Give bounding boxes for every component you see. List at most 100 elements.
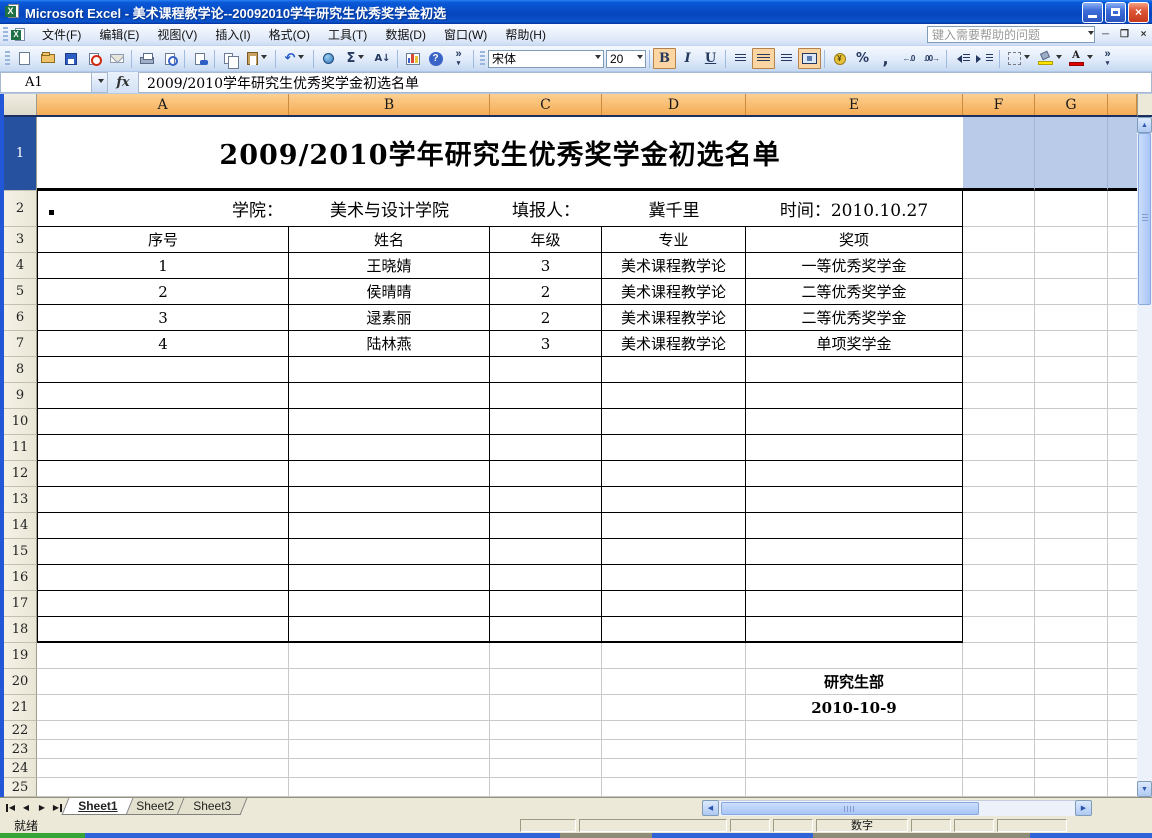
chevron-down-icon[interactable]	[637, 55, 643, 62]
font-name-select[interactable]: 宋体	[488, 50, 604, 68]
column-header-a[interactable]: A	[37, 94, 289, 115]
undo-button[interactable]: ↶	[279, 48, 310, 69]
cell[interactable]	[289, 778, 490, 797]
first-sheet-button[interactable]: ◀	[2, 800, 18, 816]
cell[interactable]	[602, 740, 746, 759]
column-header-partial[interactable]	[1108, 94, 1137, 115]
horizontal-scrollbar[interactable]: ◀ ▶	[702, 799, 1092, 816]
cell[interactable]	[37, 357, 289, 383]
cell[interactable]	[602, 617, 746, 643]
cell[interactable]	[1108, 778, 1137, 797]
column-header-c[interactable]: C	[490, 94, 602, 115]
cell[interactable]	[289, 539, 490, 565]
cell[interactable]: 序号	[37, 227, 289, 253]
cell[interactable]	[1108, 539, 1137, 565]
cell[interactable]	[1035, 669, 1108, 695]
cell[interactable]	[1108, 695, 1137, 721]
autosum-button[interactable]: Σ	[340, 48, 371, 69]
cell[interactable]	[37, 565, 289, 591]
cell[interactable]	[289, 740, 490, 759]
cell[interactable]	[963, 695, 1035, 721]
print-preview-button[interactable]	[158, 48, 181, 69]
cell[interactable]	[746, 539, 963, 565]
cell[interactable]	[963, 513, 1035, 539]
row-header[interactable]: 23	[4, 740, 37, 759]
cell[interactable]	[490, 565, 602, 591]
row-header[interactable]: 18	[4, 617, 37, 643]
row-header[interactable]: 8	[4, 357, 37, 383]
cell[interactable]	[602, 721, 746, 740]
cell[interactable]	[37, 721, 289, 740]
paste-button[interactable]	[241, 48, 272, 69]
cell[interactable]	[490, 513, 602, 539]
cell[interactable]: 单项奖学金	[746, 331, 963, 357]
cell[interactable]	[1035, 487, 1108, 513]
menu-window[interactable]: 窗口(W)	[435, 23, 496, 46]
chevron-down-icon[interactable]	[358, 55, 364, 62]
cell[interactable]	[1035, 778, 1108, 797]
row-header[interactable]: 14	[4, 513, 37, 539]
cell[interactable]	[1035, 513, 1108, 539]
cell[interactable]	[490, 435, 602, 461]
cell[interactable]	[602, 669, 746, 695]
cell[interactable]	[1108, 253, 1137, 279]
workbook-icon[interactable]: X	[11, 27, 27, 43]
cell[interactable]: 逯素丽	[289, 305, 490, 331]
cell[interactable]	[1035, 539, 1108, 565]
cell[interactable]: 侯晴晴	[289, 279, 490, 305]
cell[interactable]: 2	[490, 305, 602, 331]
cell[interactable]	[602, 383, 746, 409]
toolbar-grip[interactable]	[480, 51, 485, 67]
cell[interactable]	[289, 591, 490, 617]
cell[interactable]	[289, 759, 490, 778]
cell[interactable]	[289, 721, 490, 740]
cell[interactable]: 3	[490, 331, 602, 357]
scroll-left-button[interactable]: ◀	[702, 800, 719, 816]
cell[interactable]	[602, 759, 746, 778]
cell[interactable]: 1	[37, 253, 289, 279]
cell[interactable]	[963, 461, 1035, 487]
cell[interactable]: 3	[37, 305, 289, 331]
cell[interactable]: 美术课程教学论	[602, 305, 746, 331]
row-header[interactable]: 20	[4, 669, 37, 695]
cell[interactable]	[1035, 357, 1108, 383]
column-header-g[interactable]: G	[1035, 94, 1108, 115]
cell[interactable]	[1035, 435, 1108, 461]
cell[interactable]: 二等优秀奖学金	[746, 279, 963, 305]
align-center-button[interactable]	[752, 48, 775, 69]
cell[interactable]	[963, 721, 1035, 740]
cell[interactable]: 王晓婧	[289, 253, 490, 279]
cell[interactable]	[963, 357, 1035, 383]
cell[interactable]	[963, 759, 1035, 778]
chart-wizard-button[interactable]	[401, 48, 424, 69]
cell[interactable]	[289, 409, 490, 435]
sort-ascending-button[interactable]: A↓	[371, 48, 394, 69]
italic-button[interactable]: I	[676, 48, 699, 69]
cell[interactable]	[963, 331, 1035, 357]
row-header[interactable]: 9	[4, 383, 37, 409]
cell[interactable]	[746, 513, 963, 539]
cell[interactable]	[602, 643, 746, 669]
formula-input[interactable]: 2009/2010学年研究生优秀奖学金初选名单	[138, 72, 1152, 93]
workbook-restore-button[interactable]: ❐	[1116, 27, 1133, 42]
cell[interactable]	[490, 759, 602, 778]
cell[interactable]	[37, 409, 289, 435]
cell[interactable]: 年级	[490, 227, 602, 253]
cell[interactable]: 学院：	[37, 191, 289, 227]
cell[interactable]	[746, 778, 963, 797]
cell[interactable]	[1108, 357, 1137, 383]
horizontal-scroll-track[interactable]	[719, 800, 1075, 816]
selection-fill-handle[interactable]	[48, 209, 55, 216]
cell[interactable]	[1108, 279, 1137, 305]
fill-color-button[interactable]	[1034, 48, 1065, 69]
cell[interactable]: 填报人：	[490, 191, 602, 227]
cell[interactable]	[746, 383, 963, 409]
cell[interactable]	[1035, 305, 1108, 331]
cell[interactable]	[746, 740, 963, 759]
menu-insert[interactable]: 插入(I)	[206, 23, 259, 46]
chevron-down-icon[interactable]	[1088, 31, 1094, 38]
cell[interactable]	[746, 461, 963, 487]
cell[interactable]: 一等优秀奖学金	[746, 253, 963, 279]
cell[interactable]	[490, 643, 602, 669]
toolbar-options-button[interactable]: »▾	[1096, 48, 1119, 69]
